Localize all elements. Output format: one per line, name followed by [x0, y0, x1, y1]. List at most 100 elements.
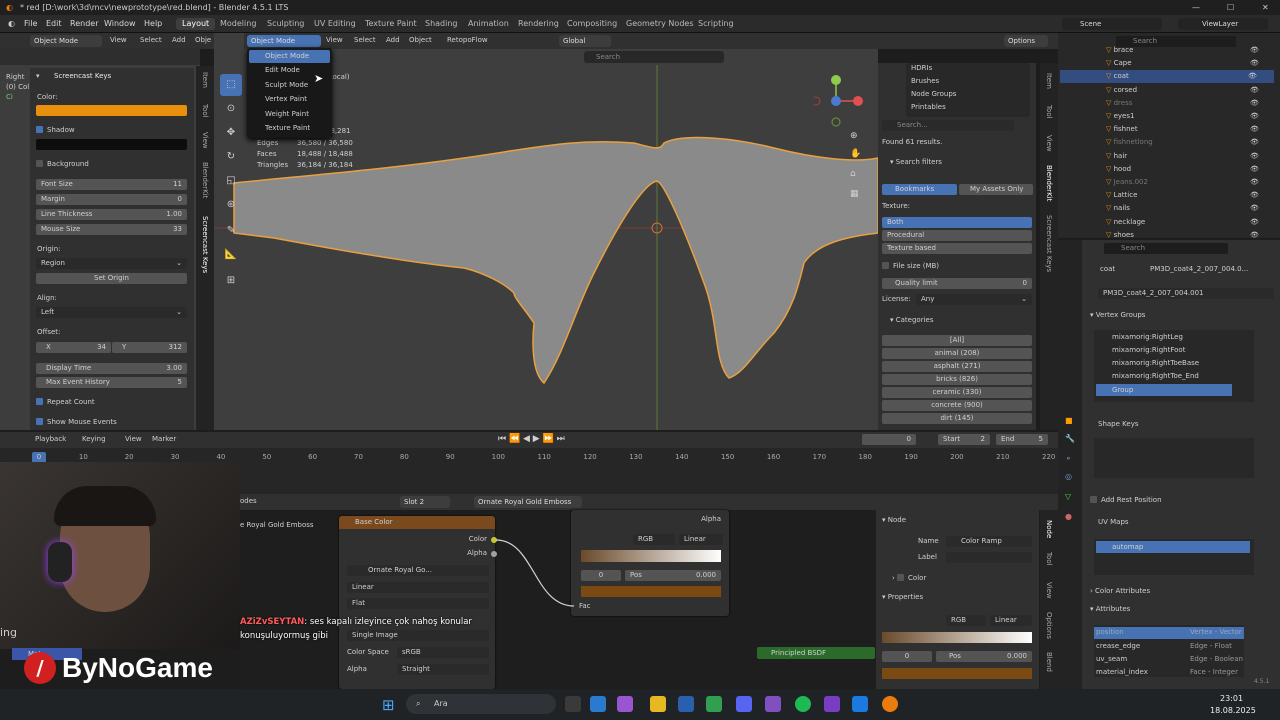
mouse-size-field[interactable]: Mouse Size 33 — [36, 224, 187, 235]
color-attributes-header[interactable]: › Color Attributes — [1090, 587, 1150, 595]
category-asphalt[interactable]: asphalt (271) — [882, 361, 1032, 372]
app-icon[interactable] — [765, 696, 781, 712]
uv-map-selected[interactable]: automap — [1096, 541, 1250, 553]
left-menu-object[interactable]: Obje — [195, 36, 211, 44]
timeline-keying[interactable]: Keying — [82, 435, 106, 443]
pan-hand-icon[interactable]: ✋ — [850, 149, 861, 159]
task-view-icon[interactable] — [565, 696, 581, 712]
app-icon[interactable] — [824, 696, 840, 712]
tab-tool[interactable]: Tool — [1045, 552, 1053, 566]
mode-menu-texture-paint[interactable]: Texture Paint — [249, 122, 330, 135]
cursor-tool-icon[interactable]: ⊙ — [220, 98, 242, 120]
my-assets-button[interactable]: My Assets Only — [959, 184, 1033, 195]
retopoflow-menu[interactable]: RetopoFlow — [447, 36, 488, 44]
tab-compositing[interactable]: Compositing — [567, 18, 617, 30]
sidebar-ramp-gradient[interactable] — [882, 632, 1032, 643]
object-tab-icon[interactable]: ■ — [1065, 416, 1073, 425]
tab-modeling[interactable]: Modeling — [220, 18, 256, 30]
measure-tool-icon[interactable]: 📐 — [220, 244, 242, 266]
windows-start-icon[interactable]: ⊞ — [382, 696, 395, 714]
menu-help[interactable]: Help — [144, 18, 162, 30]
categories-header[interactable]: ▾ Categories — [890, 316, 933, 324]
viewport-menu-object[interactable]: Object — [409, 36, 432, 44]
tab-node[interactable]: Node — [1045, 520, 1053, 538]
shape-keys-header[interactable]: Shape Keys — [1098, 420, 1138, 428]
category-dirt[interactable]: dirt (145) — [882, 413, 1032, 424]
outliner-item[interactable]: ▽ corsed 👁 — [1104, 84, 1274, 97]
visibility-eye-icon[interactable]: 👁 — [1250, 189, 1259, 202]
visibility-eye-icon[interactable]: 👁 — [1250, 57, 1259, 70]
left-menu-select[interactable]: Select — [140, 36, 162, 44]
node-color-toggle[interactable]: › Color — [892, 574, 926, 582]
properties-panel-header[interactable]: ▾ Properties — [882, 593, 923, 601]
outliner-item[interactable]: ▽ dress 👁 — [1104, 97, 1274, 110]
out-alpha-socket[interactable]: Alpha — [467, 549, 487, 557]
vertex-group-item[interactable]: mixamorig:RightToeBase — [1112, 359, 1199, 367]
tab-view[interactable]: View — [1045, 135, 1053, 152]
category-all[interactable]: [All] — [882, 335, 1032, 346]
show-mouse-checkbox[interactable]: Show Mouse Events — [36, 417, 117, 428]
outliner-item[interactable]: ▽ nails 👁 — [1104, 202, 1274, 215]
visibility-eye-icon[interactable]: 👁 — [1250, 176, 1259, 189]
tab-uv-editing[interactable]: UV Editing — [314, 18, 356, 30]
asset-search-field[interactable]: Search... — [882, 120, 1014, 131]
move-tool-icon[interactable]: ✥ — [220, 122, 242, 144]
outliner-item[interactable]: ▽ Jeans.002 👁 — [1104, 176, 1274, 189]
image-texture-node[interactable]: Base Color Color Alpha Ornate Royal Go..… — [339, 516, 497, 689]
maximize-button[interactable]: ☐ — [1227, 0, 1234, 15]
node-panel-header[interactable]: ▾ Node — [882, 516, 906, 524]
copilot-icon[interactable] — [617, 696, 633, 712]
interpolation-dropdown[interactable]: Linear — [347, 582, 489, 593]
tab-view[interactable]: View — [201, 132, 209, 149]
material-tab-icon[interactable]: ● — [1065, 512, 1072, 521]
left-menu-view[interactable]: View — [110, 36, 127, 44]
tab-view[interactable]: View — [1045, 582, 1053, 599]
origin-dropdown[interactable]: Region ⌄ — [36, 258, 187, 269]
grid-icon[interactable]: ▦ — [850, 189, 859, 199]
vertex-groups-header[interactable]: ▾ Vertex Groups — [1090, 311, 1145, 319]
outlook-icon[interactable] — [678, 696, 694, 712]
tab-animation[interactable]: Animation — [468, 18, 509, 30]
tab-item[interactable]: Item — [1045, 73, 1053, 89]
spotify-icon[interactable] — [795, 696, 811, 712]
vertex-group-item[interactable]: mixamorig:RightLeg — [1112, 333, 1183, 341]
tab-texture-paint[interactable]: Texture Paint — [365, 18, 417, 30]
category-ceramic[interactable]: ceramic (330) — [882, 387, 1032, 398]
file-size-checkbox[interactable]: File size (MB) — [882, 261, 939, 272]
mode-menu-object-mode[interactable]: Object Mode — [249, 50, 330, 63]
visibility-eye-icon[interactable]: 👁 — [1250, 123, 1259, 136]
projection-dropdown[interactable]: Flat — [347, 598, 489, 609]
close-button[interactable]: ✕ — [1262, 0, 1269, 15]
viewport-mode-dropdown[interactable]: Object Mode — [247, 35, 321, 47]
end-frame-field[interactable]: End 5 — [996, 434, 1048, 445]
left-menu-add[interactable]: Add — [172, 36, 186, 44]
quality-limit-field[interactable]: Quality limit 0 — [882, 278, 1032, 289]
max-event-field[interactable]: Max Event History 5 — [36, 377, 187, 388]
ramp-mode-dropdown[interactable]: RGB — [633, 534, 675, 545]
chrome-icon[interactable] — [706, 696, 722, 712]
outliner-item[interactable]: ▽ coat 👁 — [1060, 70, 1274, 84]
minimize-button[interactable]: — — [1192, 0, 1200, 15]
transform-tool-icon[interactable]: ⊛ — [220, 194, 242, 216]
ramp-stop-index[interactable]: 0 — [581, 570, 621, 581]
attribute-name[interactable]: material_index — [1096, 668, 1148, 676]
outliner-item[interactable]: ▽ necklage 👁 — [1104, 216, 1274, 229]
tab-sculpting[interactable]: Sculpting — [267, 18, 304, 30]
visibility-eye-icon[interactable]: 👁 — [1250, 44, 1259, 57]
left-mode-dropdown[interactable]: Object Mode — [30, 35, 102, 47]
outliner-item[interactable]: ▽ brace 👁 — [1104, 44, 1274, 57]
margin-field[interactable]: Margin 0 — [36, 194, 187, 205]
color-space-dropdown[interactable]: sRGB — [397, 647, 489, 658]
sidebar-pos-field[interactable]: Pos 0.000 — [936, 651, 1032, 662]
edge-browser-icon[interactable] — [590, 696, 606, 712]
image-selector[interactable]: Ornate Royal Go... — [347, 565, 489, 576]
visibility-eye-icon[interactable]: 👁 — [1250, 202, 1259, 215]
viewport-search-field[interactable]: Search — [584, 51, 724, 63]
category-bricks[interactable]: bricks (826) — [882, 374, 1032, 385]
navigation-gizmo[interactable] — [814, 73, 874, 133]
visibility-eye-icon[interactable]: 👁 — [1250, 150, 1259, 163]
collapse-arrow-icon[interactable]: ▾ — [36, 72, 40, 80]
texture-based[interactable]: Texture based — [882, 243, 1032, 254]
start-frame-field[interactable]: Start 2 — [938, 434, 990, 445]
category-animal[interactable]: animal (208) — [882, 348, 1032, 359]
